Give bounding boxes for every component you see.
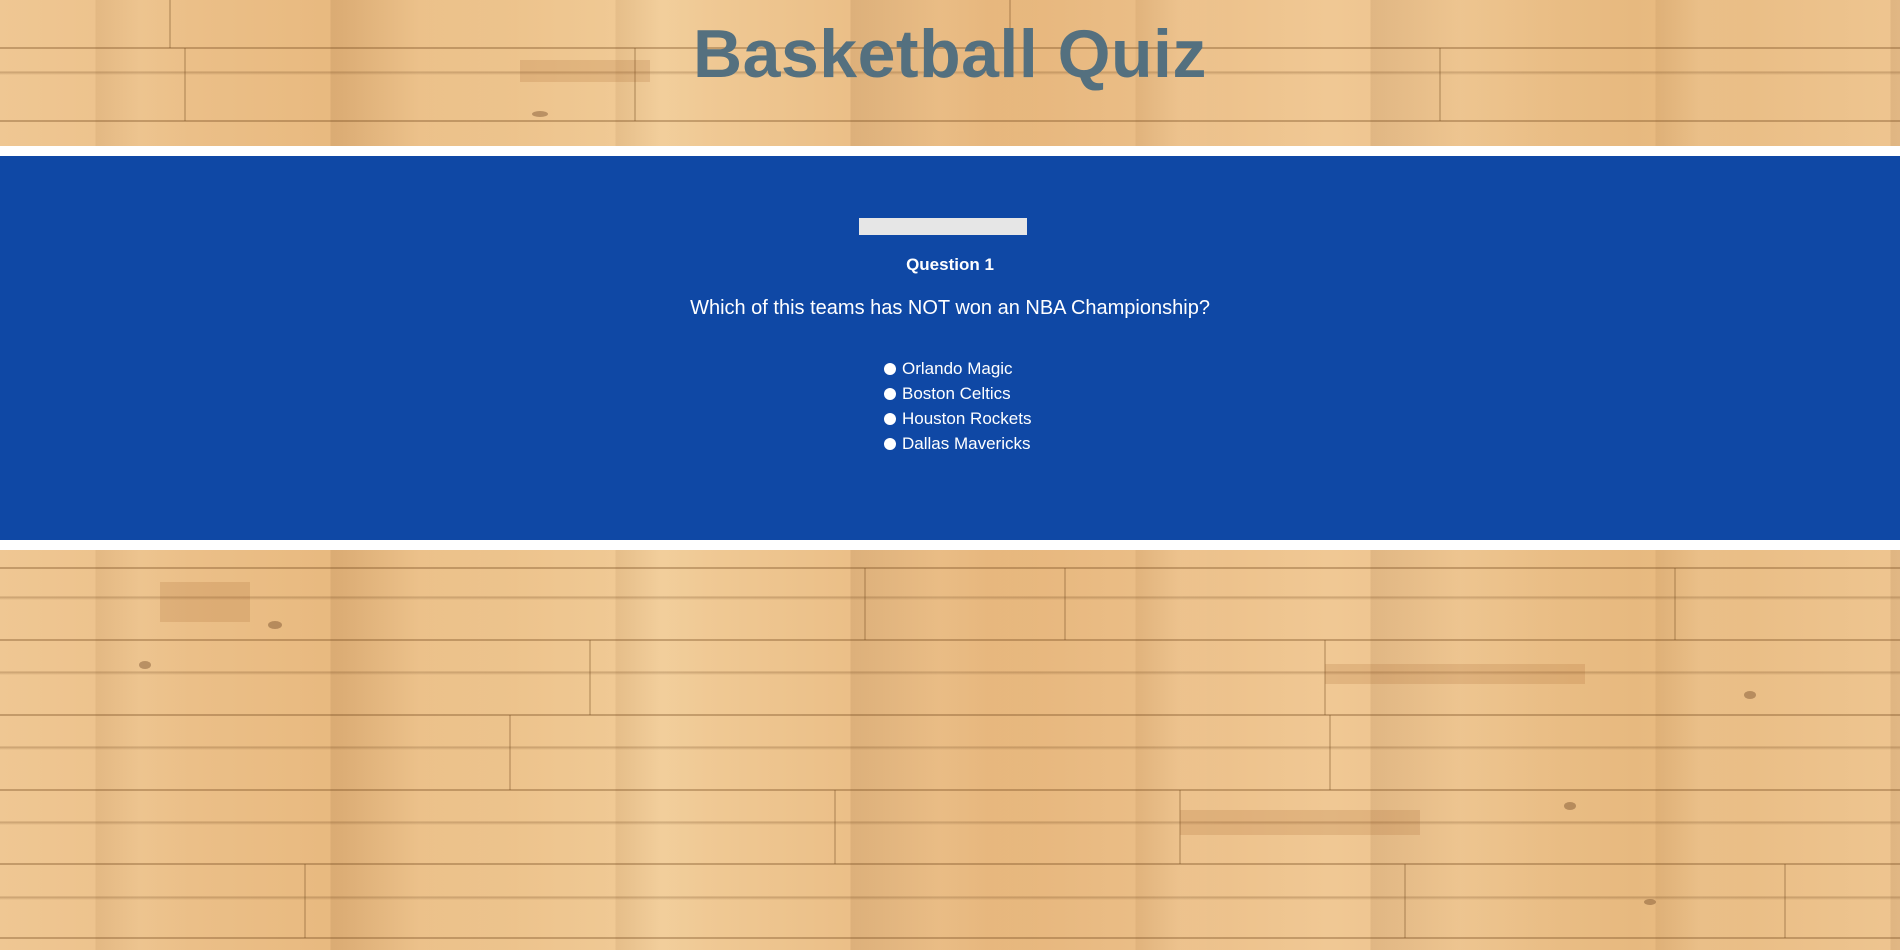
answer-label[interactable]: Boston Celtics [902, 384, 1011, 404]
answer-option[interactable]: Orlando Magic [884, 356, 1031, 381]
answer-option[interactable]: Dallas Mavericks [884, 431, 1031, 456]
page-title: Basketball Quiz [693, 16, 1207, 92]
answer-option[interactable]: Boston Celtics [884, 381, 1031, 406]
question-number: Question 1 [906, 255, 994, 274]
question-text: Which of this teams has NOT won an NBA C… [690, 297, 1210, 319]
progress-bar [859, 218, 1027, 235]
answer-label[interactable]: Dallas Mavericks [902, 434, 1030, 454]
quiz-band: Question 1 Which of this teams has NOT w… [0, 146, 1900, 550]
progress-fill [859, 218, 1027, 235]
answer-label[interactable]: Houston Rockets [902, 409, 1031, 429]
quiz-panel: Question 1 Which of this teams has NOT w… [0, 156, 1900, 540]
answer-list: Orlando Magic Boston Celtics Houston Roc… [884, 356, 1031, 456]
page-header: Basketball Quiz [0, 0, 1900, 146]
radio-button[interactable] [884, 387, 896, 400]
radio-button[interactable] [884, 437, 896, 450]
answer-option[interactable]: Houston Rockets [884, 406, 1031, 431]
quiz-page: { "header": { "title": "Basketball Quiz"… [0, 0, 1900, 950]
radio-button[interactable] [884, 412, 896, 425]
radio-button[interactable] [884, 362, 896, 375]
answer-label[interactable]: Orlando Magic [902, 359, 1013, 379]
